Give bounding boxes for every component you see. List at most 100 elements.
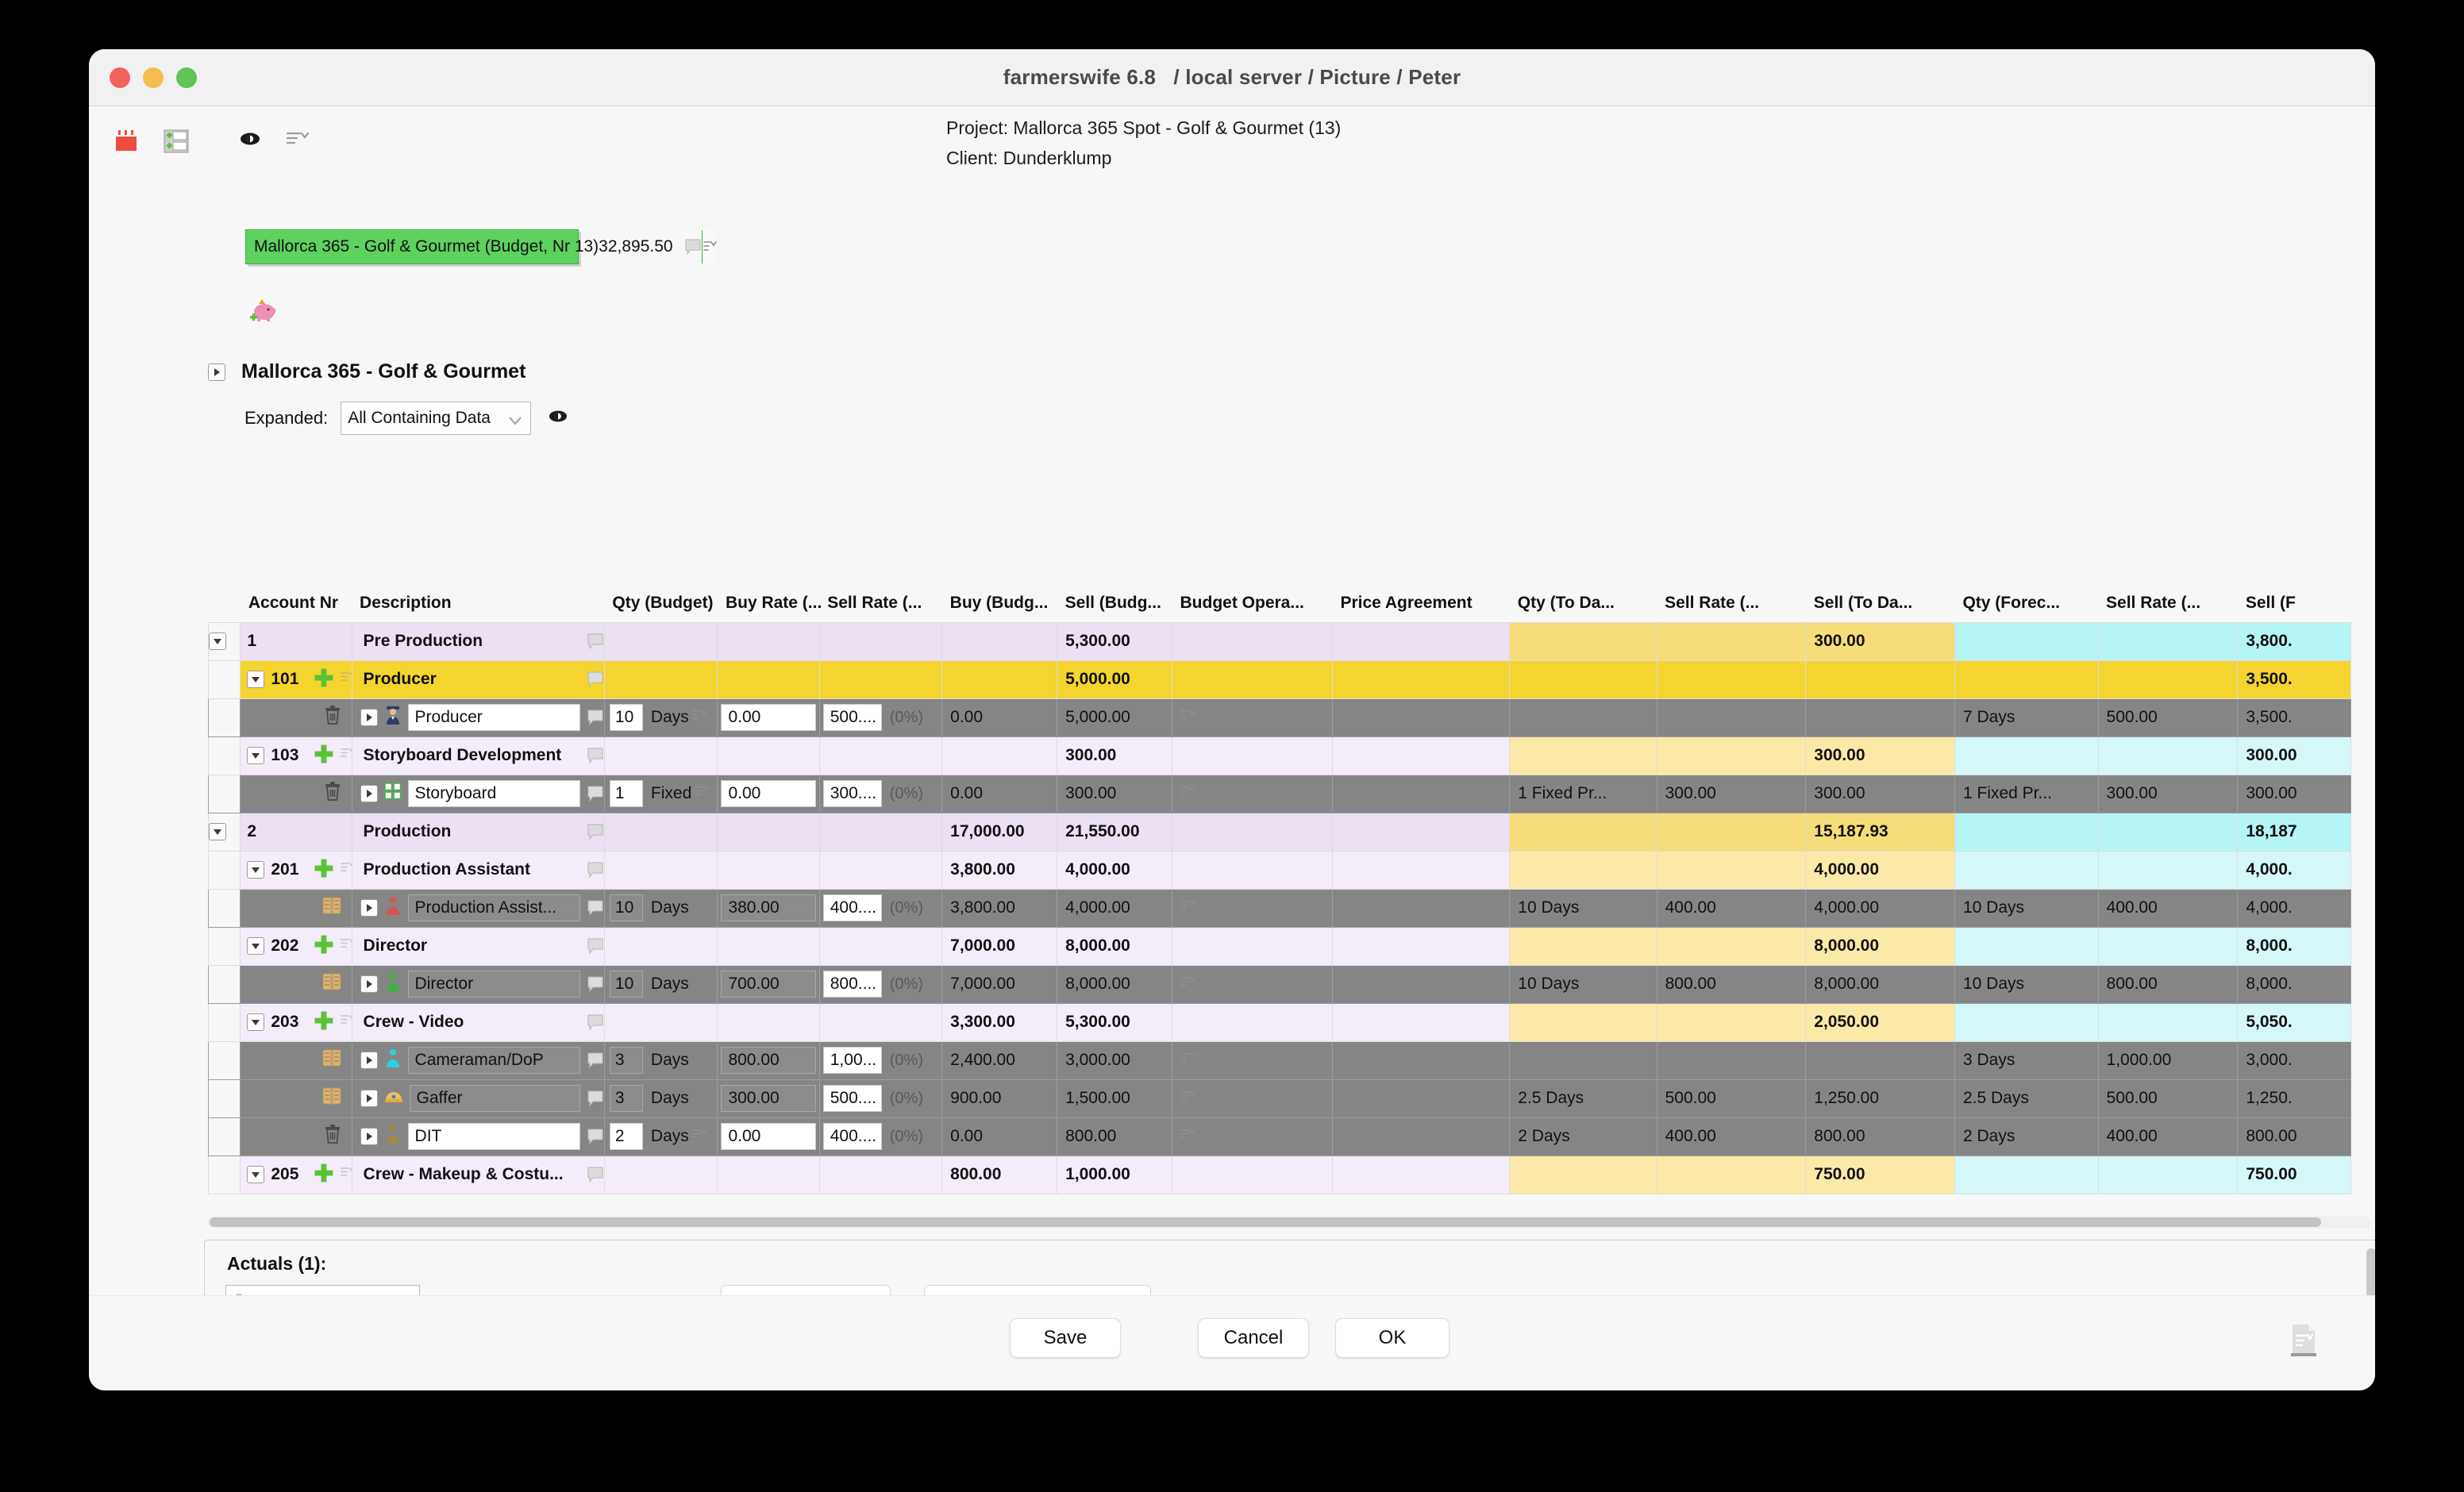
budget-grid-container[interactable]: Account Nr Description Qty (Budget) Buy … xyxy=(208,586,2375,1213)
grid-row[interactable]: Director 10 Days 700.00 800.... (0%) 7,000.00 8… xyxy=(208,964,2351,1004)
description-input[interactable]: Production Assist... xyxy=(407,894,580,921)
row-menu-icon[interactable] xyxy=(340,860,352,879)
description-input[interactable]: Director xyxy=(407,971,580,998)
calendar-icon[interactable] xyxy=(114,129,138,156)
budget-operation-menu-icon[interactable] xyxy=(1180,898,1196,917)
grid-row[interactable]: DIT 2 Days 0.00 400.... (0%) 0.00 800.00 2 Days 4… xyxy=(208,1117,2351,1156)
qty-input[interactable]: 3 xyxy=(609,1047,643,1074)
expand-triangle-icon[interactable] xyxy=(360,899,378,917)
budget-operation-menu-icon[interactable] xyxy=(1180,708,1196,727)
budget-bar[interactable]: Mallorca 365 - Golf & Gourmet (Budget, N… xyxy=(245,229,717,264)
sell-rate-input[interactable]: 1,00... xyxy=(822,1047,882,1074)
cell-qty-budget[interactable]: 3 Days xyxy=(603,1040,718,1080)
collapse-triangle-icon[interactable] xyxy=(247,671,265,688)
tree-root-row[interactable]: Mallorca 365 - Golf & Gourmet xyxy=(208,360,526,383)
row-menu-icon[interactable] xyxy=(340,670,352,689)
grid-row[interactable]: 101 ✚ Producer 5,000.00 3,500. xyxy=(208,659,2351,699)
buy-rate-input[interactable]: 0.00 xyxy=(721,704,816,731)
grid-header-sell-to-date[interactable]: Sell (To Da... xyxy=(1805,586,1955,622)
document-menu-icon[interactable] xyxy=(2288,1323,2320,1360)
note-icon[interactable] xyxy=(684,238,702,256)
scrollbar-thumb[interactable] xyxy=(2366,1248,2375,1295)
piggy-bank-icon[interactable] xyxy=(249,297,278,328)
cell-sell-rate[interactable]: 1,00... (0%) xyxy=(818,1040,943,1080)
cell-description[interactable]: Director xyxy=(351,964,605,1004)
note-icon[interactable] xyxy=(587,937,603,955)
note-icon[interactable] xyxy=(587,785,603,802)
expand-triangle-icon[interactable] xyxy=(360,785,378,802)
sell-rate-input[interactable]: 500.... xyxy=(822,1085,882,1112)
grid-header-account-nr[interactable]: Account Nr xyxy=(240,586,352,622)
row-disclosure-cell[interactable] xyxy=(208,621,241,661)
note-icon[interactable] xyxy=(587,1128,603,1145)
qty-menu-icon[interactable] xyxy=(689,1127,708,1146)
collapse-triangle-icon[interactable] xyxy=(247,1166,265,1183)
cell-buy-rate[interactable]: 0.00 xyxy=(717,774,820,813)
cell-buy-rate[interactable]: 0.00 xyxy=(717,698,820,737)
binder-icon[interactable] xyxy=(321,1048,342,1072)
description-input[interactable]: Cameraman/DoP xyxy=(407,1047,580,1074)
row-menu-icon[interactable] xyxy=(340,746,352,765)
description-input[interactable]: Producer xyxy=(407,704,580,731)
grid-row[interactable]: 201 ✚ Production Assistant 3,800.00 4,000.00… xyxy=(208,850,2351,890)
add-row-icon[interactable]: ✚ xyxy=(314,1163,333,1186)
qty-input[interactable]: 3 xyxy=(609,1085,643,1112)
cell-sell-rate[interactable]: 500.... (0%) xyxy=(818,1079,943,1118)
cell-sell-rate[interactable]: 500.... (0%) xyxy=(818,698,943,737)
grid-header-sell-rate-forecast[interactable]: Sell Rate (... xyxy=(2098,586,2238,622)
cell-qty-budget[interactable]: 10 Days xyxy=(603,964,718,1004)
expand-triangle-icon[interactable] xyxy=(360,709,378,726)
ok-button[interactable]: OK xyxy=(1335,1318,1450,1358)
buy-rate-input[interactable]: 800.00 xyxy=(721,1047,816,1074)
cell-buy-rate[interactable]: 800.00 xyxy=(717,1040,820,1080)
note-icon[interactable] xyxy=(587,823,603,840)
add-row-icon[interactable]: ✚ xyxy=(314,934,333,958)
note-icon[interactable] xyxy=(587,747,603,764)
budget-operation-menu-icon[interactable] xyxy=(1180,1089,1196,1108)
grid-row[interactable]: 103 ✚ Storyboard Development 300.00 300.00 30… xyxy=(208,736,2351,775)
grid-header-buy-budget[interactable]: Buy (Budg... xyxy=(941,586,1057,622)
cell-description[interactable]: Production xyxy=(351,812,605,852)
eye-icon[interactable] xyxy=(240,132,260,150)
cell-description[interactable]: Producer xyxy=(351,659,605,699)
cell-description[interactable]: Director xyxy=(351,926,605,966)
cell-qty-budget[interactable]: 3 Days xyxy=(603,1079,718,1118)
buy-rate-input[interactable]: 300.00 xyxy=(721,1085,816,1112)
scrollbar-thumb[interactable] xyxy=(210,1217,2321,1227)
grid-header-description[interactable]: Description xyxy=(352,586,605,622)
add-row-icon[interactable]: ✚ xyxy=(314,667,333,691)
sell-rate-input[interactable]: 400.... xyxy=(822,1123,882,1150)
row-menu-icon[interactable] xyxy=(340,1165,352,1184)
cell-description[interactable]: Production Assistant xyxy=(351,850,605,890)
expand-triangle-icon[interactable] xyxy=(360,975,378,993)
actuals-vertical-scrollbar[interactable] xyxy=(2366,1248,2375,1295)
cell-description[interactable]: DIT xyxy=(351,1117,605,1156)
grid-header-buy-rate[interactable]: Buy Rate (... xyxy=(717,586,822,622)
collapse-triangle-icon[interactable] xyxy=(247,1013,265,1031)
grid-header-sell-rate[interactable]: Sell Rate (... xyxy=(819,586,942,622)
sell-rate-input[interactable]: 500.... xyxy=(822,704,882,731)
cell-sell-rate[interactable]: 800.... (0%) xyxy=(818,964,943,1004)
binder-icon[interactable] xyxy=(321,1086,342,1110)
grid-row[interactable]: Production Assist... 10 Days 380.00 400.... (… xyxy=(208,888,2351,928)
binder-icon[interactable] xyxy=(321,972,342,996)
cell-qty-budget[interactable]: 10 Days xyxy=(603,888,718,928)
expanded-select[interactable]: All Containing Data xyxy=(341,402,532,435)
cell-description[interactable]: Storyboard xyxy=(351,774,605,813)
cell-sell-rate[interactable]: 400.... (0%) xyxy=(818,888,943,928)
collapse-triangle-icon[interactable] xyxy=(247,937,265,955)
budget-operation-menu-icon[interactable] xyxy=(1180,975,1196,994)
cell-description[interactable]: Crew - Makeup & Costu... xyxy=(351,1155,605,1194)
grid-header-qty-budget[interactable]: Qty (Budget) xyxy=(604,586,718,622)
grid-row[interactable]: 2 Production 17,000.00 21,550.00 15,187.93 18… xyxy=(208,812,2351,852)
grid-header-budget-operation[interactable]: Budget Opera... xyxy=(1172,586,1333,622)
cancel-button[interactable]: Cancel xyxy=(1198,1318,1309,1358)
grid-row[interactable]: Producer 10 Days 0.00 500.... (0%) 0.00 5,000.0… xyxy=(208,698,2351,737)
trash-icon[interactable] xyxy=(323,705,342,730)
cell-buy-rate[interactable]: 300.00 xyxy=(717,1079,820,1118)
collapse-triangle-icon[interactable] xyxy=(209,823,226,840)
row-disclosure-cell[interactable] xyxy=(208,812,241,852)
grid-header-qty-to-date[interactable]: Qty (To Da... xyxy=(1509,586,1657,622)
buy-rate-input[interactable]: 380.00 xyxy=(721,894,816,921)
qty-input[interactable]: 10 xyxy=(609,894,643,921)
